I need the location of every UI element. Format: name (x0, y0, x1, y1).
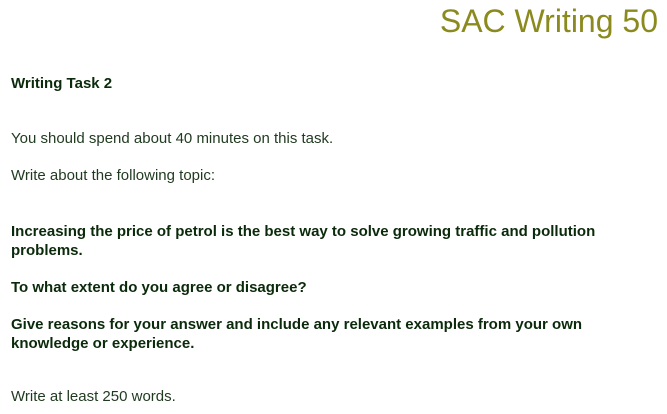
time-instruction: You should spend about 40 minutes on thi… (11, 130, 334, 147)
page-title: SAC Writing 50 (439, 3, 658, 39)
question-text: To what extent do you agree or disagree? (11, 279, 307, 296)
task-heading: Writing Task 2 (11, 75, 113, 92)
word-limit: Write at least 250 words. (11, 388, 176, 405)
guidance-text: Give reasons for your answer and include… (11, 316, 583, 352)
topic-intro: Write about the following topic: (11, 167, 216, 184)
prompt-statement: Increasing the price of petrol is the be… (11, 223, 596, 259)
